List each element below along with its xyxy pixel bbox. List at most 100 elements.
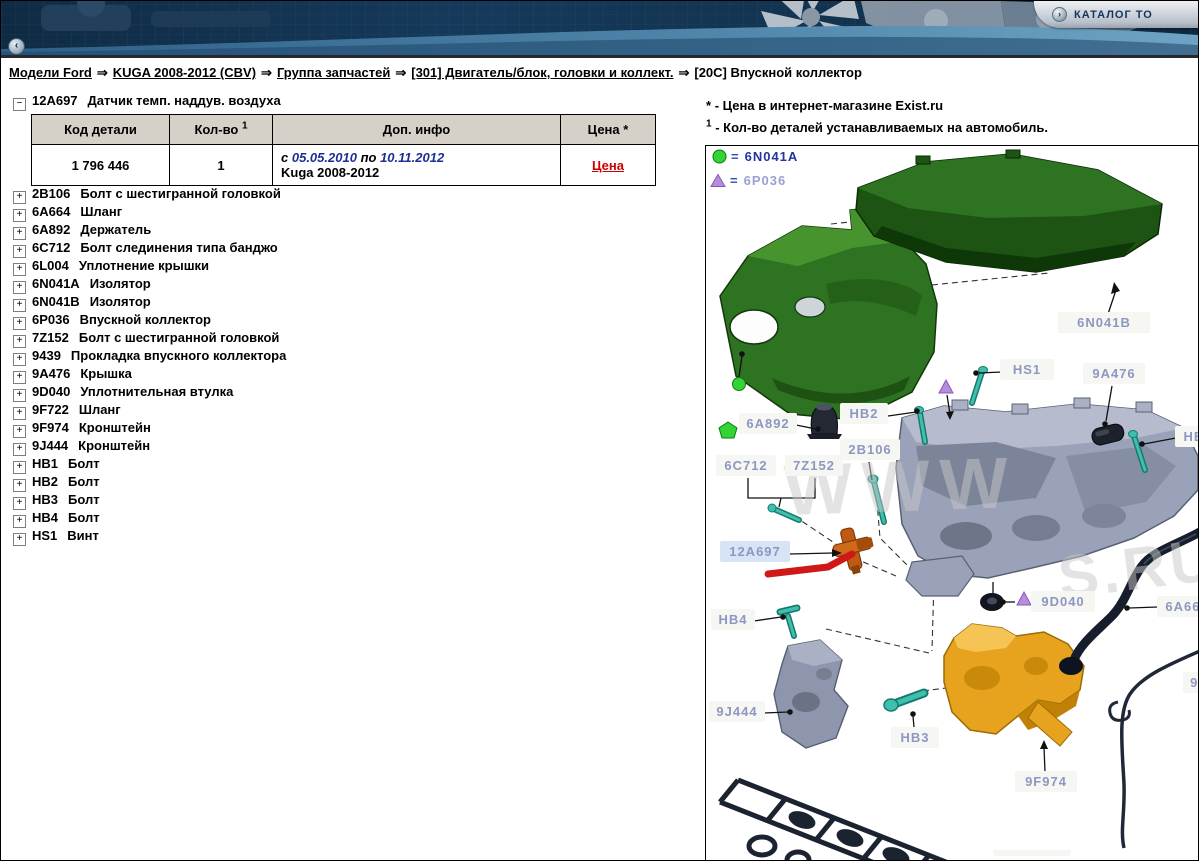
catalog-tab-label: КАТАЛОГ ТО: [1074, 8, 1153, 21]
tree-item-6N041A[interactable]: +6N041A Изолятор: [13, 275, 286, 294]
tree-item-9A476[interactable]: +9A476 Крышка: [13, 365, 286, 384]
info-cell: с 05.05.2010 по 10.11.2012 Kuga 2008-201…: [272, 144, 561, 186]
part-code: 6N041A: [32, 276, 80, 291]
tree-item-6C712[interactable]: +6C712 Болт слединения типа банджо: [13, 239, 286, 258]
part-code: 9439: [32, 348, 61, 363]
tree-item-HB2[interactable]: + HB2 Болт: [13, 473, 286, 492]
diagram-label-9J444[interactable]: 9J444: [709, 701, 765, 722]
site-header: ‹ › КАТАЛОГ ТО: [1, 1, 1198, 58]
catalog-tab[interactable]: › КАТАЛОГ ТО: [1034, 1, 1198, 28]
tree-item-2B106[interactable]: +2B106 Болт с шестигранной головкой: [13, 185, 286, 204]
breadcrumb-item-5: [20C] Впускной коллектор: [694, 65, 862, 80]
part-code: 2B106: [32, 186, 71, 201]
part-name: Прокладка впускного коллектора: [70, 348, 287, 363]
part-name: Изолятор: [89, 276, 151, 291]
breadcrumb-item-2[interactable]: KUGA 2008-2012 (CBV): [113, 65, 256, 80]
part-name: Уплотнение крышки: [78, 258, 210, 273]
diagram-label-9F974[interactable]: 9F974: [1015, 771, 1077, 792]
legend-6N041A: = 6N041A: [712, 149, 798, 164]
selected-part-name: Датчик темп. наддув. воздуха: [87, 93, 281, 108]
legend-code: 6N041A: [744, 149, 799, 164]
tree-item-HB4[interactable]: + HB4 Болт: [13, 509, 286, 528]
qty-footnote: 1 - Кол-во деталей устанавливаемых на ав…: [706, 118, 1049, 135]
qty-cell: 1: [169, 144, 273, 186]
legend-code: 6P036: [743, 173, 787, 188]
breadcrumb-item-1[interactable]: Модели Ford: [9, 65, 92, 80]
tree-item-9D040[interactable]: +9D040 Уплотнительная втулка: [13, 383, 286, 402]
tree-item-6L004[interactable]: +6L004 Уплотнение крышки: [13, 257, 286, 276]
part-name: Держатель: [80, 222, 152, 237]
part-code: 7Z152: [32, 330, 69, 345]
part-code: 9A476: [32, 366, 71, 381]
catalog-tab-arrow-icon[interactable]: ›: [1052, 7, 1067, 22]
diagram-label-HB3[interactable]: HB3: [891, 727, 939, 748]
breadcrumb: Модели Ford ⇒ KUGA 2008-2012 (CBV) ⇒ Группа …: [9, 65, 862, 81]
parts-tree: +2B106 Болт с шестигранной головкой +6A664…: [13, 185, 287, 546]
part-name: Изолятор: [89, 294, 151, 309]
diagram-label-2B106[interactable]: 2B106: [840, 439, 900, 460]
green-pentagon-marker: [718, 421, 738, 439]
diagram-label-7Z152[interactable]: 7Z152: [785, 455, 843, 476]
part-name: Впускной коллектор: [79, 312, 211, 327]
part-code: HB2: [32, 474, 59, 489]
tree-item-9F722[interactable]: +9F722 Шланг: [13, 401, 286, 420]
part-code: 9F722: [32, 402, 69, 417]
page: ‹ › КАТАЛОГ ТО Модели Ford ⇒ KUGA 2008-201…: [0, 0, 1199, 861]
header-back-button[interactable]: ‹: [8, 38, 25, 55]
purple-triangle-marker: [938, 378, 954, 394]
breadcrumb-item-3[interactable]: Группа запчастей: [277, 65, 390, 80]
diagram-label-9F722[interactable]: 9F722: [1183, 672, 1198, 693]
part-detail-table: Код детали Кол-во 1 Доп. инфо Цена * 1 7…: [31, 114, 656, 186]
diagram-label-6A664[interactable]: 6A664: [1157, 596, 1198, 617]
date-from: 05.05.2010: [291, 150, 357, 165]
part-code: 6L004: [32, 258, 69, 273]
diagram-label-9D040[interactable]: 9D040: [1031, 591, 1095, 612]
green-circle-marker: [732, 377, 746, 391]
diagram-label-HB4[interactable]: HB4: [711, 609, 755, 630]
tree-item-9439[interactable]: +9439 Прокладка впускного коллектора: [13, 347, 287, 366]
expand-icon[interactable]: +: [13, 533, 26, 546]
tree-item-HS1[interactable]: + HS1 Винт: [13, 527, 286, 546]
tree-item-HB3[interactable]: + HB3 Болт: [13, 491, 286, 510]
part-name: Шланг: [78, 402, 121, 417]
diagram-label-9A476[interactable]: 9A476: [1083, 363, 1145, 384]
diagram-label-HB2[interactable]: HB2: [840, 403, 888, 424]
tree-item-6A664[interactable]: +6A664 Шланг: [13, 203, 286, 222]
tree-item-6N041B[interactable]: +6N041B Изолятор: [13, 293, 286, 312]
diagram-label-HB1[interactable]: HB1: [1175, 426, 1198, 447]
tree-item-9F974[interactable]: +9F974 Кронштейн: [13, 419, 286, 438]
diagram-label-6A892[interactable]: 6A892: [739, 413, 797, 434]
selected-tree-item[interactable]: −12A697 Датчик темп. наддув. воздуха: [13, 93, 281, 111]
purple-triangle-marker-9D040: [1016, 590, 1032, 606]
date-to: 10.11.2012: [380, 150, 445, 165]
part-name: Болт с шестигранной головкой: [78, 330, 280, 345]
col-header-code: Код детали: [31, 114, 170, 145]
col-header-price: Цена *: [560, 114, 656, 145]
exploded-diagram: WWW S.RU = 6N041A = 6P036 6N041B HS1 9A476…: [705, 145, 1198, 860]
selected-part-code: 12A697: [32, 93, 78, 108]
diagram-label-6C712[interactable]: 6C712: [716, 455, 776, 476]
diagram-label-edge-partial[interactable]: [993, 850, 1071, 856]
breadcrumb-item-4[interactable]: [301] Двигатель/блок, головки и коллект.: [411, 65, 673, 80]
model-range: Kuga 2008-2012: [281, 165, 380, 180]
part-sensor-12A697: [832, 527, 874, 575]
part-code: HB3: [32, 492, 59, 507]
part-name: Болт: [68, 510, 100, 525]
price-footnote: * - Цена в интернет-магазине Exist.ru: [706, 98, 944, 113]
tree-item-6P036[interactable]: +6P036 Впускной коллектор: [13, 311, 286, 330]
diagram-label-12A697[interactable]: 12A697: [720, 541, 790, 562]
part-code: 9D040: [32, 384, 71, 399]
tree-item-7Z152[interactable]: +7Z152 Болт с шестигранной головкой: [13, 329, 286, 348]
tree-item-6A892[interactable]: +6A892 Держатель: [13, 221, 286, 240]
collapse-icon[interactable]: −: [13, 98, 26, 111]
part-code: 6C712: [32, 240, 71, 255]
purple-triangle-icon: [710, 173, 726, 187]
part-name: Кронштейн: [78, 438, 151, 453]
tree-item-HB1[interactable]: + HB1 Болт: [13, 455, 286, 474]
diagram-label-6N041B[interactable]: 6N041B: [1058, 312, 1150, 333]
tree-item-9J444[interactable]: +9J444 Кронштейн: [13, 437, 286, 456]
diagram-label-HS1[interactable]: HS1: [1000, 359, 1054, 380]
diagram-art: [718, 149, 1198, 860]
price-link[interactable]: Цена: [592, 158, 624, 173]
part-name: Крышка: [80, 366, 132, 381]
